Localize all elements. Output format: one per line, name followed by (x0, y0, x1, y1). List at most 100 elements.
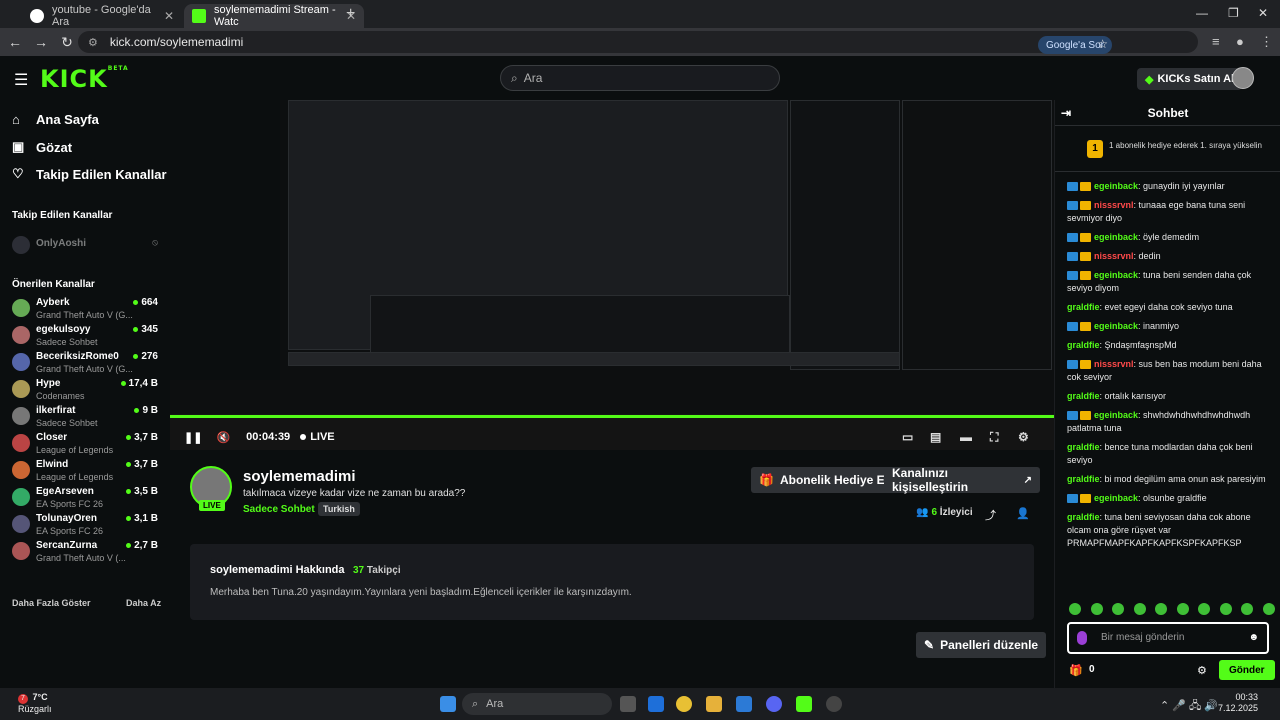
clip-icon[interactable]: ▤ (930, 430, 941, 444)
emote-icon[interactable] (1069, 603, 1081, 615)
reload-icon[interactable]: ↻ (54, 34, 80, 51)
stream-category[interactable]: Sadece Sohbet (243, 504, 315, 515)
share-icon[interactable]: ⤴ (985, 507, 996, 523)
microphone-icon[interactable] (1077, 631, 1087, 645)
recommended-channel[interactable]: egekulsoyy Sadece Sohbet 345 (12, 324, 162, 350)
chat-username[interactable]: nisssrvnl (1094, 200, 1134, 210)
recommended-channel[interactable]: Hype Codenames 17,4 B (12, 378, 162, 404)
chat-username[interactable]: egeinback (1094, 321, 1138, 331)
chat-username[interactable]: egeinback (1094, 410, 1138, 420)
system-tray[interactable]: ⌃ 🎤 🖧 🔊 (1160, 697, 1218, 716)
fullscreen-icon[interactable]: ⛶ (990, 430, 998, 445)
edit-panels-button[interactable]: ✎ Panelleri düzenle (916, 632, 1047, 658)
nav-home[interactable]: ⌂ Ana Sayfa (12, 112, 99, 127)
mute-icon[interactable]: 🔇 (216, 431, 230, 444)
chat-username[interactable]: graldfie (1067, 391, 1100, 401)
pause-icon[interactable]: ❚❚ (184, 431, 202, 444)
gift-subscription-button[interactable]: 🎁 Abonelik Hediye Et (751, 467, 897, 493)
taskbar-search[interactable]: ⌕ Ara (462, 693, 612, 715)
emote-icon[interactable] (1090, 603, 1103, 615)
app-icon[interactable] (826, 696, 842, 712)
emote-icon[interactable] (1219, 603, 1232, 615)
emote-icon[interactable] (1133, 603, 1146, 615)
stream-tag[interactable]: Turkish (318, 502, 360, 516)
user-options-icon[interactable]: 👤 (1016, 507, 1030, 520)
show-less-button[interactable]: Daha Az (126, 598, 161, 608)
forward-icon[interactable]: → (28, 34, 54, 50)
chat-username[interactable]: egeinback (1094, 181, 1138, 191)
taskbar-clock[interactable]: 00:33 7.12.2025 (1218, 692, 1258, 714)
progress-bar[interactable] (170, 415, 1054, 418)
chat-settings-icon[interactable]: ⚙ (1197, 664, 1207, 677)
followed-channel[interactable]: OnlyAoshi ⦸ (12, 234, 162, 260)
settings-icon[interactable]: ⚙ (1018, 430, 1029, 444)
chat-username[interactable]: nisssrvnl (1094, 359, 1134, 369)
theater-icon[interactable]: ▬ (960, 430, 972, 444)
site-info-icon[interactable]: ⚙ (88, 36, 98, 49)
chrome-icon[interactable] (676, 696, 692, 712)
show-more-button[interactable]: Daha Fazla Göster (12, 598, 91, 608)
browser-tab-google[interactable]: youtube - Google'da Ara ✕ (22, 4, 182, 28)
recommended-channel[interactable]: SercanZurna Grand Theft Auto V (... 2,7 B (12, 540, 162, 566)
collapse-chat-icon[interactable]: ⇥ (1061, 100, 1071, 126)
emote-icon[interactable] (1155, 603, 1168, 615)
profile-icon[interactable]: ● (1236, 34, 1244, 49)
url-field[interactable]: ⚙ kick.com/soylememadimi Google'a Sor ☆ (78, 31, 1198, 54)
chat-username[interactable]: nisssrvnl (1094, 251, 1134, 261)
weather-widget[interactable]: 7 7°C Rüzgarlı (18, 692, 52, 714)
emote-icon[interactable] (1198, 603, 1211, 615)
outlook-icon[interactable] (648, 696, 664, 712)
emote-icon[interactable] (1112, 603, 1125, 615)
video-frame[interactable] (170, 100, 1054, 414)
pinned-gift-banner[interactable]: 1 1 abonelik hediye ederek 1. sıraya yük… (1055, 128, 1280, 172)
chat-username[interactable]: graldfie (1067, 512, 1100, 522)
chat-username[interactable]: graldfie (1067, 302, 1100, 312)
nav-following[interactable]: ♡ Takip Edilen Kanallar (12, 166, 167, 182)
file-explorer-icon[interactable] (706, 696, 722, 712)
store-icon[interactable] (736, 696, 752, 712)
kick-app-icon[interactable] (796, 696, 812, 712)
recommended-channel[interactable]: BeceriksizRome0 Grand Theft Auto V (G... 2… (12, 351, 162, 377)
nav-browse[interactable]: ▣ Gözat (12, 139, 72, 155)
discord-icon[interactable] (766, 696, 782, 712)
emote-icon[interactable] (1176, 603, 1189, 615)
kicks-buy-button[interactable]: ◆ KICKs Satın Al (1137, 68, 1243, 90)
bookmark-star-icon[interactable]: ☆ (1097, 37, 1108, 51)
user-avatar[interactable] (1232, 67, 1254, 89)
minimize-icon[interactable]: — (1196, 6, 1208, 20)
kick-logo[interactable]: KICKBETA (40, 65, 129, 93)
chat-username[interactable]: egeinback (1094, 270, 1138, 280)
back-icon[interactable]: ← (2, 34, 28, 50)
chat-username[interactable]: egeinback (1094, 493, 1138, 503)
close-tab-icon[interactable]: ✕ (164, 9, 174, 23)
chat-username[interactable]: egeinback (1094, 232, 1138, 242)
windows-start-icon[interactable] (440, 696, 456, 712)
recommended-channel[interactable]: EgeArseven EA Sports FC 26 3,5 B (12, 486, 162, 512)
media-control-icon[interactable]: ≡ (1212, 34, 1220, 49)
recommended-channel[interactable]: TolunayOren EA Sports FC 26 3,1 B (12, 513, 162, 539)
browser-tab-kick[interactable]: soylememadimi Stream - Watc ✕ (184, 4, 364, 28)
streamer-name[interactable]: soylememadimi (243, 468, 356, 485)
chat-input[interactable]: Bir mesaj gönderin ☻ (1067, 622, 1269, 654)
chat-username[interactable]: graldfie (1067, 340, 1100, 350)
customize-channel-button[interactable]: Kanalınızı kişiselleştirin ↗ (884, 466, 1040, 494)
send-button[interactable]: Gönder (1219, 660, 1275, 680)
recommended-channel[interactable]: ilkerfirat Sadece Sohbet 9 B (12, 405, 162, 431)
recommended-channel[interactable]: Ayberk Grand Theft Auto V (G... 664 (12, 297, 162, 323)
chat-username[interactable]: graldfie (1067, 442, 1100, 452)
recommended-channel[interactable]: Elwind League of Legends 3,7 B (12, 459, 162, 485)
search-input[interactable]: ⌕ Ara (500, 65, 780, 91)
emoji-picker-icon[interactable]: ☻ (1248, 632, 1259, 643)
recommended-channel[interactable]: Closer League of Legends 3,7 B (12, 432, 162, 458)
pip-icon[interactable]: ▭ (902, 430, 913, 444)
emote-icon[interactable] (1241, 603, 1254, 615)
browser-menu-icon[interactable]: ⋮ (1260, 34, 1273, 50)
close-window-icon[interactable]: ✕ (1258, 6, 1268, 20)
task-view-icon[interactable] (620, 696, 636, 712)
video-player[interactable]: ❚❚ 🔇 00:04:39 LIVE ▭ ▤ ▬ ⛶ ⚙ (170, 100, 1054, 450)
emote-icon[interactable] (1262, 603, 1275, 615)
gift-box-icon[interactable]: 🎁 (1069, 664, 1083, 677)
hamburger-menu-icon[interactable]: ☰ (14, 70, 28, 90)
maximize-icon[interactable]: ❐ (1228, 6, 1239, 20)
new-tab-icon[interactable]: + (346, 5, 355, 23)
